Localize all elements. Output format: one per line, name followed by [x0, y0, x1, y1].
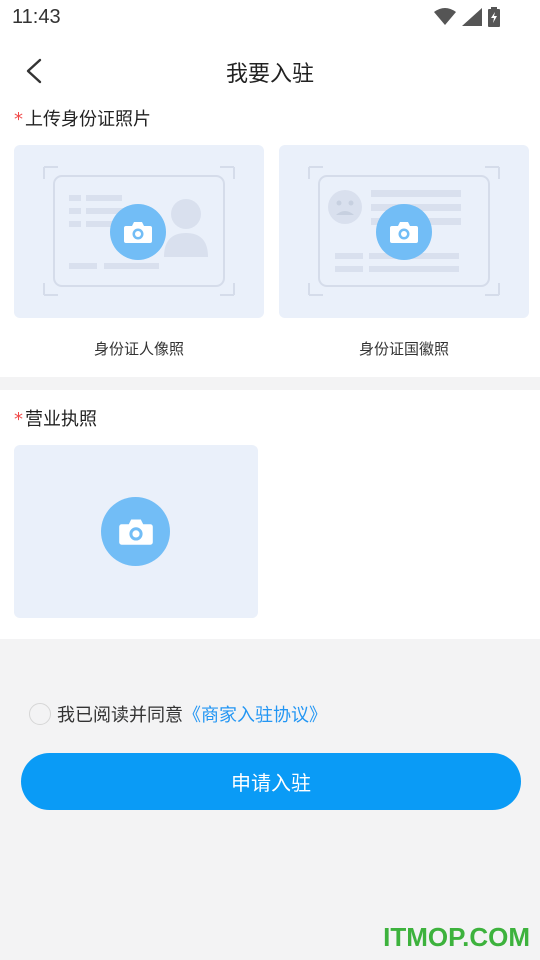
id-front-upload[interactable] [14, 145, 264, 318]
status-time: 11:43 [12, 6, 61, 28]
submit-button[interactable]: 申请入驻 [21, 753, 521, 810]
wifi-icon [434, 8, 456, 25]
id-photo-label-text: 上传身份证照片 [25, 109, 151, 130]
business-license-upload[interactable] [14, 445, 258, 618]
page-title: 我要入驻 [225, 62, 314, 87]
signal-icon [462, 8, 482, 26]
camera-icon[interactable] [101, 497, 170, 566]
camera-icon[interactable] [110, 204, 166, 260]
agreement-row: 我已阅读并同意 《商家入驻协议》 [29, 701, 327, 727]
id-photo-section: * 上传身份证照片 身份证人像照 身份证国徽照 [0, 102, 540, 377]
business-license-label: * 营业执照 [14, 405, 97, 431]
id-back-upload[interactable] [279, 145, 529, 318]
required-mark: * [14, 409, 23, 430]
watermark: ITMOP.COM [383, 922, 530, 952]
status-icons [434, 7, 500, 27]
required-mark: * [14, 109, 23, 130]
agreement-text: 我已阅读并同意 [57, 705, 183, 726]
id-front-caption: 身份证人像照 [93, 340, 184, 358]
business-license-label-text: 营业执照 [25, 409, 97, 430]
agreement-checkbox[interactable] [29, 703, 51, 725]
id-back-caption: 身份证国徽照 [358, 340, 449, 358]
camera-icon[interactable] [376, 204, 432, 260]
nav-bar: 我要入驻 [0, 36, 540, 102]
business-license-section: * 营业执照 [0, 390, 540, 639]
id-photo-label: * 上传身份证照片 [14, 105, 151, 131]
status-bar: 11:43 [0, 0, 540, 36]
agreement-link[interactable]: 《商家入驻协议》 [183, 701, 327, 727]
battery-icon [488, 7, 500, 27]
